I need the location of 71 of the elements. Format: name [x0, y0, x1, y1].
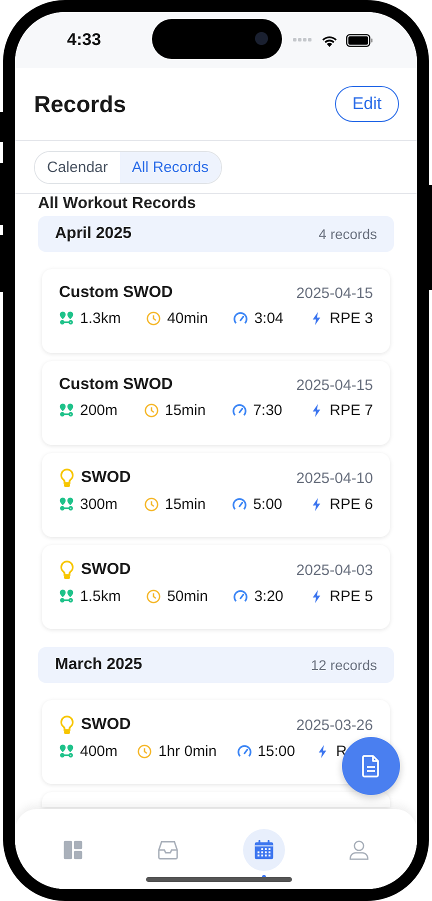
wifi-icon [321, 34, 338, 46]
metric-value: RPE 7 [330, 402, 373, 419]
metric-value: 5:00 [253, 496, 282, 513]
record-date: 2025-04-03 [296, 562, 373, 578]
record-date: 2025-03-26 [296, 716, 373, 734]
section-heading: All Workout Records [38, 195, 197, 213]
speedometer-icon [233, 311, 248, 326]
record-title: Custom SWOD [59, 376, 173, 394]
record-title: SWOD [81, 716, 131, 734]
metric-value: 3:04 [254, 310, 284, 327]
clock-icon [144, 403, 159, 418]
clock-icon [146, 311, 162, 326]
metric-value: 50min [167, 588, 208, 605]
metric-value: 3:20 [254, 588, 284, 605]
route-icon [59, 744, 74, 759]
record-date: 2025-04-10 [296, 470, 373, 486]
record-card[interactable]: SWOD 2025-03-26 400m 1hr 0min 15:00 R [42, 700, 390, 784]
month-title: April 2025 [55, 225, 132, 243]
metric-value: R [336, 743, 347, 760]
month-title: March 2025 [55, 656, 142, 674]
metric-value: 200m [80, 402, 118, 419]
metric-value: 15:00 [258, 743, 296, 760]
speedometer-icon [233, 589, 248, 604]
metric-value: 300m [80, 496, 118, 513]
dashboard-icon [62, 839, 84, 861]
metric-value: 1hr 0min [158, 743, 217, 760]
route-icon [59, 311, 74, 326]
metric-value: 1.3km [80, 310, 121, 327]
metric-value: 40min [167, 310, 208, 327]
clock-icon [146, 589, 162, 604]
status-time: 4:33 [67, 30, 102, 50]
metric-value: RPE 3 [330, 310, 373, 327]
metric-value: RPE 5 [330, 588, 373, 605]
page-title: Records [34, 90, 126, 118]
lightbulb-icon [59, 715, 75, 735]
metric-value: 400m [80, 743, 118, 760]
speedometer-icon [232, 497, 248, 512]
metric-value: 15min [164, 496, 206, 513]
lightbulb-icon [59, 468, 75, 488]
record-card[interactable]: SWOD 2025-04-10 300m 15min 5:00 RPE 6 [42, 453, 390, 537]
record-card[interactable]: Custom SWOD 2025-04-15 1.3km 40min 3:04 RPE 3 [42, 269, 390, 353]
record-title: Custom SWOD [59, 284, 173, 302]
speedometer-icon [232, 403, 248, 418]
record-card[interactable]: Custom SWOD 2025-04-15 200m 15min 7:30 RPE 7 [42, 361, 390, 445]
lightbulb-icon [59, 560, 75, 580]
route-icon [59, 497, 74, 512]
signal-icon [293, 38, 313, 42]
route-icon [59, 403, 74, 418]
record-date: 2025-04-15 [296, 284, 373, 302]
metric-value: 7:30 [253, 402, 282, 419]
tab-bar-item[interactable] [242, 829, 285, 871]
record-count: 12 records [310, 657, 377, 673]
metric-value: RPE 6 [330, 496, 373, 513]
clock-icon [144, 497, 159, 512]
record-title: SWOD [81, 469, 131, 487]
metric-value: 15min [164, 402, 206, 419]
clock-icon [137, 744, 152, 759]
battery-icon [346, 34, 373, 46]
speedometer-icon [236, 744, 252, 759]
document-icon [360, 754, 382, 778]
record-date: 2025-04-15 [296, 376, 373, 394]
inbox-icon [157, 839, 180, 861]
record-title: SWOD [81, 561, 131, 579]
record-count: 4 records [318, 226, 377, 242]
route-icon [59, 589, 74, 604]
metric-value: 1.5km [80, 588, 121, 605]
profile-icon [348, 839, 370, 861]
calendar-icon [252, 839, 275, 861]
edit-button[interactable]: Edit [335, 86, 399, 122]
record-card[interactable]: SWOD 2025-04-03 1.5km 50min 3:20 RPE 5 [42, 545, 390, 629]
segment-tab[interactable]: All Records [120, 152, 221, 182]
